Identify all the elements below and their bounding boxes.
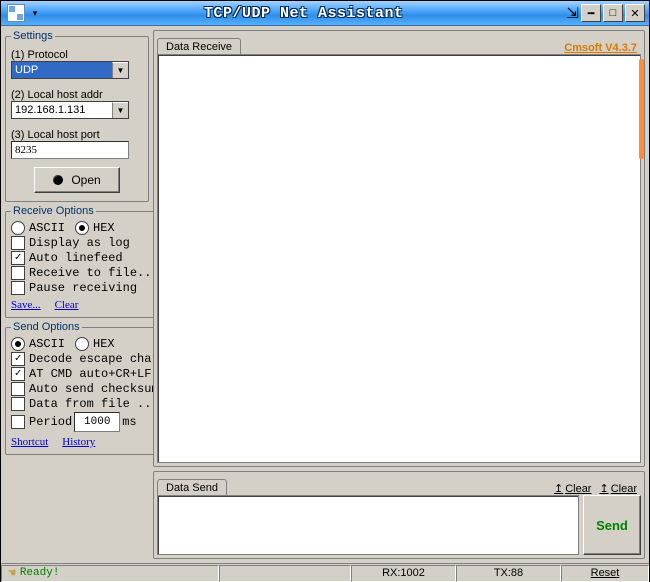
period-unit: ms [122,415,136,429]
maximize-button[interactable]: □ [603,4,623,22]
host-port-label: (3) Local host port [11,129,143,141]
brand-label[interactable]: Cmsoft V4.3.7 [564,42,637,54]
auto-linefeed-label: Auto linefeed [29,251,123,265]
window-title: TCP/UDP Net Assistant [41,5,566,22]
right-panel: Data Receive Cmsoft V4.3.7 Data Send ↥ C… [153,30,645,559]
history-link[interactable]: History [62,436,95,448]
recv-ascii-radio[interactable] [11,221,25,235]
clear-recv-link[interactable]: ↥ Clear [554,482,592,495]
settings-legend: Settings [11,30,55,42]
receive-textarea[interactable] [157,54,641,463]
close-button[interactable]: ✕ [625,4,645,22]
at-cmd-checkbox[interactable] [11,367,25,381]
status-spacer [219,565,351,582]
display-log-label: Display as log [29,236,130,250]
status-rx: RX:1002 [351,565,456,582]
record-icon [53,175,63,185]
recv-to-file-label: Receive to file... [29,266,159,280]
tab-data-receive[interactable]: Data Receive [157,38,241,55]
recv-to-file-checkbox[interactable] [11,266,25,280]
app-icon [7,4,25,22]
auto-checksum-checkbox[interactable] [11,382,25,396]
receive-zone: Data Receive Cmsoft V4.3.7 [153,30,645,467]
decode-escape-label: Decode escape char [29,352,159,366]
up-arrow-icon: ↥ [599,482,608,495]
send-zone: Data Send ↥ Clear ↥ Clear [153,471,645,559]
pause-recv-checkbox[interactable] [11,281,25,295]
send-button[interactable]: Send [583,495,641,555]
data-from-file-checkbox[interactable] [11,397,25,411]
up-arrow-icon: ↥ [554,482,563,495]
receive-options-legend: Receive Options [11,205,96,217]
host-addr-value: 192.168.1.131 [12,102,112,118]
host-port-input[interactable] [11,141,129,159]
auto-linefeed-checkbox[interactable] [11,251,25,265]
left-panel: Settings (1) Protocol UDP ▼ (2) Local ho… [5,30,149,559]
scrollbar-thumb[interactable] [639,59,644,159]
send-options-legend: Send Options [11,321,82,333]
decode-escape-checkbox[interactable] [11,352,25,366]
period-checkbox[interactable] [11,415,25,429]
status-reset-link[interactable]: Reset [561,565,649,582]
protocol-value: UDP [12,62,112,78]
system-buttons: ⇲ ━ □ ✕ [566,4,649,22]
recv-save-link[interactable]: Save... [11,299,41,311]
at-cmd-label: AT CMD auto+CR+LF [29,367,151,381]
recv-clear-link[interactable]: Clear [55,299,79,311]
minimize-button[interactable]: ━ [581,4,601,22]
status-tx: TX:88 [456,565,561,582]
send-ascii-label: ASCII [29,337,65,351]
recv-hex-label: HEX [93,221,115,235]
clear-send-link[interactable]: ↥ Clear [599,482,637,495]
send-button-label: Send [596,518,628,533]
send-hex-label: HEX [93,337,115,351]
recv-hex-radio[interactable] [75,221,89,235]
recv-ascii-label: ASCII [29,221,65,235]
send-ascii-radio[interactable] [11,337,25,351]
statusbar: ☚ Ready! RX:1002 TX:88 Reset [1,563,649,582]
protocol-label: (1) Protocol [11,49,143,61]
display-log-checkbox[interactable] [11,236,25,250]
titlebar-dropdown-icon[interactable]: ▾ [29,7,41,19]
chevron-down-icon: ▼ [112,62,128,78]
titlebar-left: ▾ [1,4,41,22]
hand-icon: ☚ [8,566,16,581]
settings-group: Settings (1) Protocol UDP ▼ (2) Local ho… [5,30,149,202]
send-options-group: Send Options ASCII HEX Decode escape cha… [5,321,165,455]
status-ready-text: Ready! [20,567,60,579]
period-label: Period [29,415,72,429]
open-button[interactable]: Open [34,167,119,193]
status-ready: ☚ Ready! [1,565,219,582]
chevron-down-icon: ▼ [112,102,128,118]
data-from-file-label: Data from file ... [29,397,159,411]
period-input[interactable] [74,412,120,432]
open-button-label: Open [71,173,100,187]
protocol-select[interactable]: UDP ▼ [11,61,129,79]
receive-options-group: Receive Options ASCII HEX Display as log… [5,205,165,318]
host-addr-label: (2) Local host addr [11,89,143,101]
pin-icon[interactable]: ⇲ [566,4,579,22]
send-textarea[interactable] [157,495,579,555]
send-hex-radio[interactable] [75,337,89,351]
host-addr-select[interactable]: 192.168.1.131 ▼ [11,101,129,119]
auto-checksum-label: Auto send checksum [29,382,159,396]
titlebar: ▾ TCP/UDP Net Assistant ⇲ ━ □ ✕ [1,1,649,26]
app-window: ▾ TCP/UDP Net Assistant ⇲ ━ □ ✕ Settings… [0,0,650,582]
pause-recv-label: Pause receiving [29,281,137,295]
shortcut-link[interactable]: Shortcut [11,436,48,448]
tab-data-send[interactable]: Data Send [157,479,227,496]
